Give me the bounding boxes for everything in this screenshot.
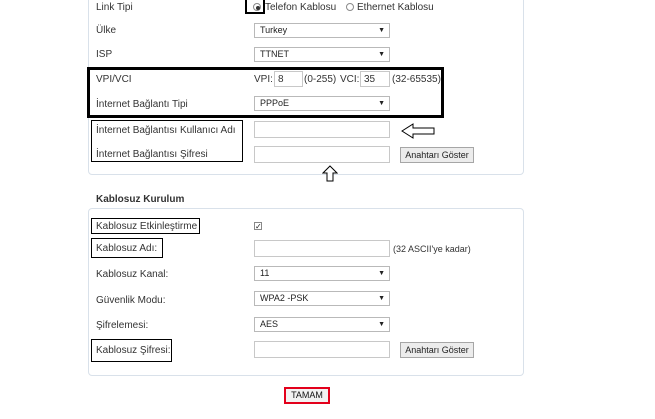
radio-ethernet-label: Ethernet Kablosu (357, 2, 434, 13)
country-select-value: Turkey (260, 25, 288, 35)
show-wireless-key-button[interactable]: Anahtarı Göster (400, 342, 474, 358)
conn-type-select-value: PPPoE (260, 98, 290, 108)
chevron-down-icon: ▼ (378, 100, 385, 107)
wireless-enable-checkbox[interactable]: ✓ (254, 222, 262, 231)
conn-type-select[interactable]: PPPoE ▼ (254, 96, 390, 111)
ssid-hint: (32 ASCII'ye kadar) (393, 244, 471, 254)
link-type-label: Link Tipi (96, 2, 133, 13)
show-password-button[interactable]: Anahtarı Göster (400, 147, 474, 163)
wireless-key-input[interactable] (254, 341, 390, 358)
channel-select[interactable]: 11 ▼ (254, 266, 390, 281)
chevron-down-icon: ▼ (378, 295, 385, 302)
username-label: İnternet Bağlantısı Kullanıcı Adı (96, 125, 236, 136)
wireless-enable-label: Kablosuz Etkinleştirme (96, 221, 198, 232)
country-select[interactable]: Turkey ▼ (254, 23, 390, 38)
conn-type-label: İnternet Bağlantı Tipi (96, 99, 188, 110)
ssid-label: Kablosuz Adı: (96, 243, 158, 254)
arrow-left-icon (401, 123, 435, 139)
wireless-section-title: Kablosuz Kurulum (96, 194, 185, 205)
radio-telefon-label: Telefon Kablosu (265, 2, 337, 13)
chevron-down-icon: ▼ (378, 51, 385, 58)
ssid-input[interactable] (254, 240, 390, 257)
radio-telefon-kablosu[interactable] (253, 3, 261, 11)
chevron-down-icon: ▼ (378, 270, 385, 277)
channel-label: Kablosuz Kanal: (96, 269, 169, 280)
vpivci-label: VPI/VCI (96, 74, 132, 85)
username-input[interactable] (254, 121, 390, 138)
chevron-down-icon: ▼ (378, 321, 385, 328)
radio-ethernet-kablosu[interactable] (346, 3, 354, 11)
wireless-key-label: Kablosuz Şifresi: (96, 345, 171, 356)
password-label: İnternet Bağlantısı Şifresi (96, 149, 208, 160)
vci-input[interactable]: 35 (360, 71, 390, 87)
security-mode-select-value: WPA2 -PSK (260, 293, 309, 303)
country-label: Ülke (96, 25, 117, 36)
vci-label: VCI: (340, 74, 360, 85)
encryption-select-value: AES (260, 319, 279, 329)
security-mode-select[interactable]: WPA2 -PSK ▼ (254, 291, 390, 306)
chevron-down-icon: ▼ (378, 27, 385, 34)
encryption-select[interactable]: AES ▼ (254, 317, 390, 332)
channel-select-value: 11 (260, 268, 270, 278)
vpi-range-label: (0-255) (304, 74, 337, 85)
vpi-label: VPI: (254, 74, 273, 85)
isp-select[interactable]: TTNET ▼ (254, 47, 390, 62)
arrow-up-icon (321, 165, 339, 182)
encryption-label: Şifrelemesi: (96, 320, 149, 331)
vci-range-label: (32-65535) (392, 74, 441, 85)
ok-button[interactable]: TAMAM (284, 387, 330, 404)
security-mode-label: Güvenlik Modu: (96, 295, 166, 306)
password-input[interactable] (254, 146, 390, 163)
isp-label: ISP (96, 49, 113, 60)
vpi-input[interactable]: 8 (274, 71, 303, 87)
isp-select-value: TTNET (260, 49, 289, 59)
checkmark-icon: ✓ (255, 222, 262, 231)
